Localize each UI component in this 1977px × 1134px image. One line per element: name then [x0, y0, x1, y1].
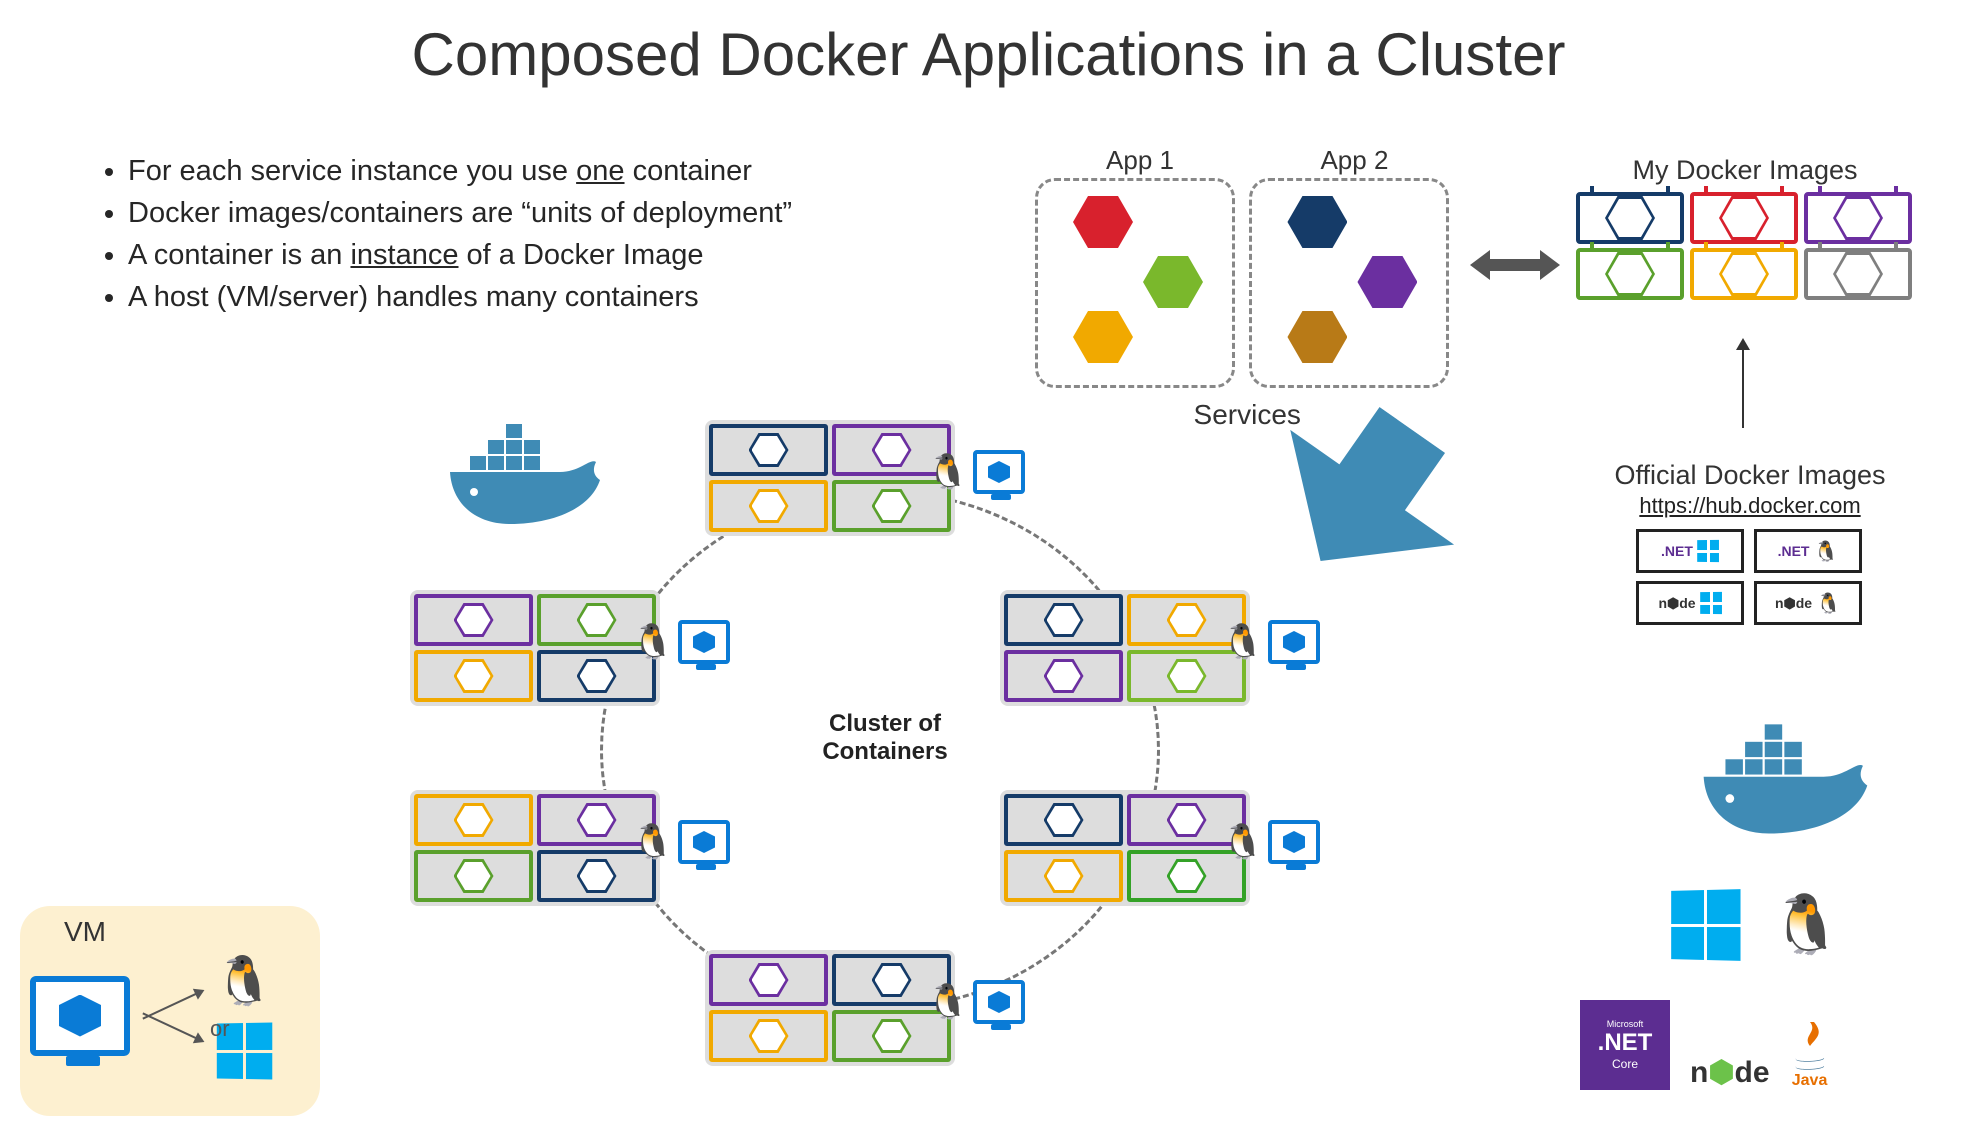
- linux-icon: 🐧: [1770, 891, 1842, 959]
- hexagon-icon: [1357, 256, 1417, 308]
- tech-logos-row: Microsoft .NET Core n⬢de Java: [1580, 1000, 1830, 1090]
- cluster-node: 🐧: [1000, 590, 1250, 706]
- cube-icon: [988, 991, 1010, 1013]
- app2-box: [1249, 178, 1449, 388]
- vm-monitor-icon: [1268, 820, 1320, 864]
- cluster-node: 🐧: [410, 590, 660, 706]
- container-icon: [709, 424, 828, 476]
- container-icon: [1804, 248, 1912, 300]
- cluster-label: Cluster of Containers: [795, 710, 975, 766]
- os-icons-row: 🐧: [1670, 890, 1842, 960]
- cube-icon: [59, 995, 101, 1037]
- official-images: Official Docker Images https://hub.docke…: [1560, 460, 1940, 625]
- vm-legend-box: VM 🐧 or: [20, 906, 320, 1116]
- cube-icon: [693, 631, 715, 653]
- cube-icon: [693, 831, 715, 853]
- or-label: or: [210, 1016, 230, 1042]
- linux-icon: 🐧: [1222, 622, 1264, 662]
- page-title: Composed Docker Applications in a Cluste…: [0, 0, 1977, 89]
- bullet-2: Docker images/containers are “units of d…: [128, 192, 792, 234]
- container-icon: [1690, 248, 1798, 300]
- bullet-4: A host (VM/server) handles many containe…: [128, 276, 792, 318]
- bullet-1: For each service instance you use one co…: [128, 150, 792, 192]
- container-icon: [1576, 192, 1684, 244]
- app2-label: App 2: [1249, 145, 1459, 176]
- vm-monitor-icon: [678, 820, 730, 864]
- cluster-node: 🐧: [1000, 790, 1250, 906]
- vm-monitor-icon: [678, 620, 730, 664]
- hexagon-icon: [1143, 256, 1203, 308]
- my-docker-images: My Docker Images: [1560, 155, 1930, 300]
- arrow-up-icon: [1742, 350, 1744, 430]
- container-icon: [709, 480, 828, 532]
- official-link[interactable]: https://hub.docker.com: [1560, 493, 1940, 519]
- linux-icon: 🐧: [1222, 822, 1264, 862]
- container-icon: [414, 794, 533, 846]
- docker-whale-icon-right: [1690, 720, 1870, 845]
- vm-monitor-icon: [973, 450, 1025, 494]
- container-icon: [414, 850, 533, 902]
- bullet-list: For each service instance you use one co…: [100, 150, 792, 318]
- cube-icon: [1283, 631, 1305, 653]
- windows-icon: [1671, 889, 1740, 961]
- app1-label: App 1: [1035, 145, 1245, 176]
- linux-icon: 🐧: [927, 982, 969, 1022]
- container-icon: [1804, 192, 1912, 244]
- node-icon: n⬢de: [1690, 1055, 1770, 1090]
- container-icon: [1004, 850, 1123, 902]
- container-icon: [1004, 794, 1123, 846]
- java-icon: Java: [1790, 1022, 1830, 1090]
- bullet-3: A container is an instance of a Docker I…: [128, 234, 792, 276]
- app1-box: [1035, 178, 1235, 388]
- cluster-node: 🐧: [705, 950, 955, 1066]
- vm-monitor-icon: [30, 976, 130, 1056]
- linux-icon: 🐧: [632, 822, 674, 862]
- container-icon: [414, 594, 533, 646]
- official-image-box: .NET: [1636, 529, 1744, 573]
- official-image-box: n⬢de🐧: [1754, 581, 1862, 625]
- my-images-title: My Docker Images: [1560, 155, 1930, 186]
- official-image-box: .NET🐧: [1754, 529, 1862, 573]
- linux-icon: 🐧: [632, 622, 674, 662]
- cluster-node: 🐧: [410, 790, 660, 906]
- hexagon-icon: [1287, 311, 1347, 363]
- container-icon: [709, 1010, 828, 1062]
- official-image-box: n⬢de: [1636, 581, 1744, 625]
- linux-icon: 🐧: [927, 452, 969, 492]
- vm-monitor-icon: [1268, 620, 1320, 664]
- container-icon: [1690, 192, 1798, 244]
- hexagon-icon: [1073, 196, 1133, 248]
- apps-area: App 1 App 2 Services: [1035, 145, 1459, 431]
- cluster-area: Cluster of Containers 🐧🐧🐧🐧🐧🐧: [400, 420, 1360, 1100]
- netcore-icon: Microsoft .NET Core: [1580, 1000, 1670, 1090]
- container-icon: [1004, 594, 1123, 646]
- container-icon: [1004, 650, 1123, 702]
- container-icon: [414, 650, 533, 702]
- cluster-node: 🐧: [705, 420, 955, 536]
- vm-label: VM: [64, 916, 310, 948]
- cube-icon: [1283, 831, 1305, 853]
- container-icon: [1576, 248, 1684, 300]
- linux-icon: 🐧: [214, 952, 274, 1009]
- hexagon-icon: [1287, 196, 1347, 248]
- official-title: Official Docker Images: [1560, 460, 1940, 491]
- vm-arrows: [140, 1005, 200, 1027]
- vm-monitor-icon: [973, 980, 1025, 1024]
- double-arrow-icon: [1470, 245, 1560, 290]
- hexagon-icon: [1073, 311, 1133, 363]
- cube-icon: [988, 461, 1010, 483]
- container-icon: [709, 954, 828, 1006]
